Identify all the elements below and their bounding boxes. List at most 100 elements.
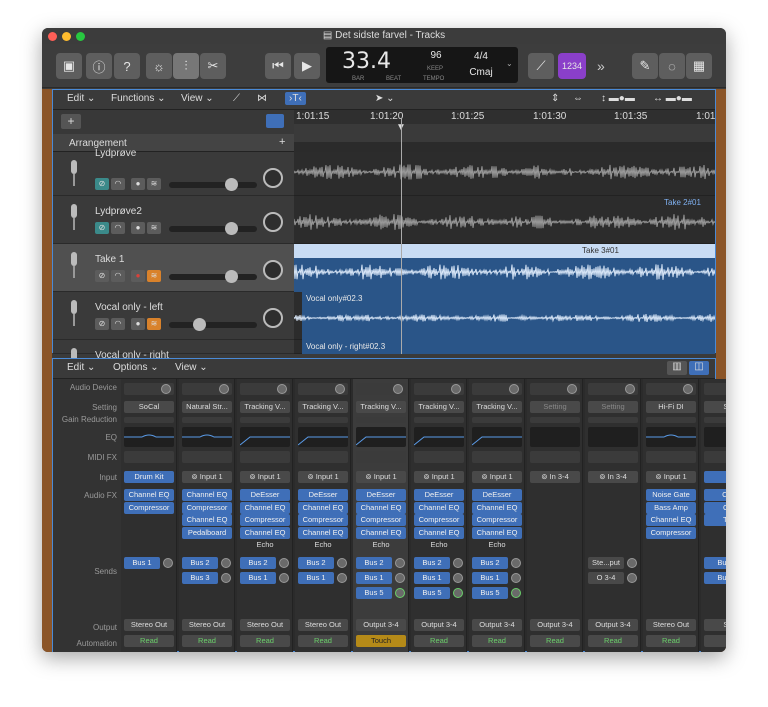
- audio-fx-slot[interactable]: Compressor: [298, 514, 348, 527]
- send-level-knob[interactable]: [221, 573, 231, 583]
- mixer-button[interactable]: ⫶: [173, 53, 199, 79]
- record-enable-button[interactable]: ●: [131, 270, 145, 282]
- send-slot[interactable]: Bus 2: [414, 557, 450, 569]
- input-monitor-button[interactable]: ≋: [147, 222, 161, 234]
- channel-strip[interactable]: Setting ⊚ In 3-4 Ste...put O 3-4 Output 3-4 R…: [585, 379, 641, 652]
- setting-button[interactable]: Natural Str...: [182, 401, 232, 413]
- automation-mode-button[interactable]: Read: [298, 635, 348, 647]
- send-slot[interactable]: Bu: [704, 557, 726, 569]
- output-button[interactable]: Stereo Out: [240, 619, 290, 631]
- audio-fx-slot[interactable]: Echo: [356, 539, 406, 551]
- volume-slider-knob[interactable]: [225, 178, 238, 191]
- audio-fx-slot[interactable]: Bass Amp: [646, 501, 696, 514]
- audio-fx-slot[interactable]: Channel EQ: [646, 514, 696, 527]
- setting-button[interactable]: Setting: [530, 401, 580, 413]
- audio-device-knob[interactable]: [683, 384, 693, 394]
- editors-button[interactable]: ✂: [200, 53, 226, 79]
- eq-thumbnail[interactable]: [124, 427, 174, 447]
- record-enable-button[interactable]: ●: [131, 178, 145, 190]
- volume-slider[interactable]: [169, 222, 257, 235]
- audio-fx-slot[interactable]: Channel EQ: [356, 501, 406, 514]
- input-button[interactable]: ⊚ In 3-4: [588, 471, 638, 483]
- send-level-knob[interactable]: [453, 588, 463, 598]
- record-enable-button[interactable]: ●: [131, 318, 145, 330]
- flex-icon[interactable]: ⋈: [257, 93, 267, 104]
- send-level-knob[interactable]: [395, 573, 405, 583]
- output-button[interactable]: Stereo Out: [646, 619, 696, 631]
- input-button[interactable]: ⊚ Input 1: [356, 471, 406, 483]
- output-button[interactable]: Output 3-4: [356, 619, 406, 631]
- audio-fx-slot[interactable]: Channel EQ: [124, 489, 174, 501]
- smart-controls-button[interactable]: ☼: [146, 53, 172, 79]
- input-button[interactable]: ⊚ Input 1: [182, 471, 232, 483]
- send-slot[interactable]: Bus 1: [124, 557, 160, 569]
- automation-mode-button[interactable]: Read: [240, 635, 290, 647]
- audio-device-knob[interactable]: [277, 384, 287, 394]
- send-level-knob[interactable]: [395, 588, 405, 598]
- track-lane[interactable]: [294, 152, 715, 196]
- audio-fx-slot[interactable]: Compressor: [414, 514, 464, 527]
- headphones-icon[interactable]: ◠: [111, 178, 125, 190]
- automation-mode-button[interactable]: [704, 635, 726, 647]
- track-header[interactable]: Vocal only - left ⊘ ◠ ● ≋: [53, 292, 294, 340]
- input-monitor-button[interactable]: ≋: [147, 178, 161, 190]
- region-header[interactable]: [294, 244, 715, 258]
- audio-fx-slot[interactable]: Channel EQ: [298, 526, 348, 539]
- send-level-knob[interactable]: [395, 558, 405, 568]
- midi-fx-slot[interactable]: [646, 451, 696, 463]
- eq-thumbnail[interactable]: [588, 427, 638, 447]
- tracks-view-menu[interactable]: View ⌄: [181, 93, 214, 104]
- track-header[interactable]: Vocal only - right: [53, 340, 294, 374]
- input-button[interactable]: Drum Kit: [124, 471, 174, 483]
- mute-button[interactable]: ⊘: [95, 222, 109, 234]
- lcd-menu-chevron-icon[interactable]: ⌄: [506, 59, 513, 68]
- tracks-functions-menu[interactable]: Functions ⌄: [111, 93, 166, 104]
- input-button[interactable]: [704, 471, 726, 483]
- input-monitor-button[interactable]: ≋: [147, 318, 161, 330]
- catch-playhead-button[interactable]: ›T‹: [285, 92, 306, 105]
- automation-mode-button[interactable]: Read: [414, 635, 464, 647]
- send-slot[interactable]: Bus 2: [182, 557, 218, 569]
- eq-thumbnail[interactable]: [355, 427, 406, 447]
- audio-device-knob[interactable]: [451, 384, 461, 394]
- audio-fx-slot[interactable]: Compressor: [240, 514, 290, 527]
- eq-thumbnail[interactable]: [297, 427, 348, 447]
- track-header[interactable]: Lydprøve ⊘ ◠ ● ≋: [53, 148, 294, 196]
- play-button[interactable]: ▶: [294, 53, 320, 79]
- audio-fx-slot[interactable]: Echo: [472, 539, 522, 551]
- eq-thumbnail[interactable]: [239, 427, 290, 447]
- mute-button[interactable]: ⊘: [95, 318, 109, 330]
- audio-fx-slot[interactable]: Compressor: [124, 501, 174, 514]
- vertical-zoom-slider[interactable]: ↕ ▬●▬: [601, 93, 635, 104]
- headphones-icon[interactable]: ◠: [111, 222, 125, 234]
- send-slot[interactable]: Bus 1: [414, 572, 450, 584]
- output-button[interactable]: Stereo Out: [182, 619, 232, 631]
- send-slot[interactable]: Ste...put: [588, 557, 624, 569]
- midi-fx-slot[interactable]: [298, 451, 348, 463]
- input-monitor-button[interactable]: ≋: [147, 270, 161, 282]
- pointer-tool-icon[interactable]: ➤ ⌄: [375, 93, 395, 104]
- audio-device-knob[interactable]: [335, 384, 345, 394]
- setting-button[interactable]: Hi-Fi DI: [646, 401, 696, 413]
- library-button[interactable]: ▣: [56, 53, 82, 79]
- send-level-knob[interactable]: [511, 573, 521, 583]
- setting-button[interactable]: Tracking V...: [472, 401, 522, 413]
- output-button[interactable]: Output 3-4: [588, 619, 638, 631]
- audio-fx-slot[interactable]: Cor: [704, 501, 726, 514]
- add-track-button[interactable]: +: [61, 114, 81, 129]
- send-level-knob[interactable]: [163, 558, 173, 568]
- audio-fx-slot[interactable]: Echo: [240, 539, 290, 551]
- send-level-knob[interactable]: [627, 573, 637, 583]
- fit-vertical-icon[interactable]: ⇕: [551, 93, 559, 104]
- send-slot[interactable]: Bus 2: [472, 557, 508, 569]
- channel-strip[interactable]: Tracking V... ⊚ Input 1 DeEsser Channel EQ C…: [469, 379, 525, 652]
- setting-button[interactable]: Setting: [588, 401, 638, 413]
- volume-slider-knob[interactable]: [225, 222, 238, 235]
- record-enable-button[interactable]: ●: [131, 222, 145, 234]
- channel-strip[interactable]: Tracking V... ⊚ Input 1 DeEsser Channel EQ C…: [295, 379, 351, 652]
- input-button[interactable]: ⊚ Input 1: [240, 471, 290, 483]
- audio-device-knob[interactable]: [509, 384, 519, 394]
- rewind-button[interactable]: ⏮: [265, 53, 291, 79]
- zoom-window-button[interactable]: [76, 32, 85, 41]
- channel-strip[interactable]: SoCal Drum Kit Channel EQ Compressor Bus 1 St…: [121, 379, 177, 652]
